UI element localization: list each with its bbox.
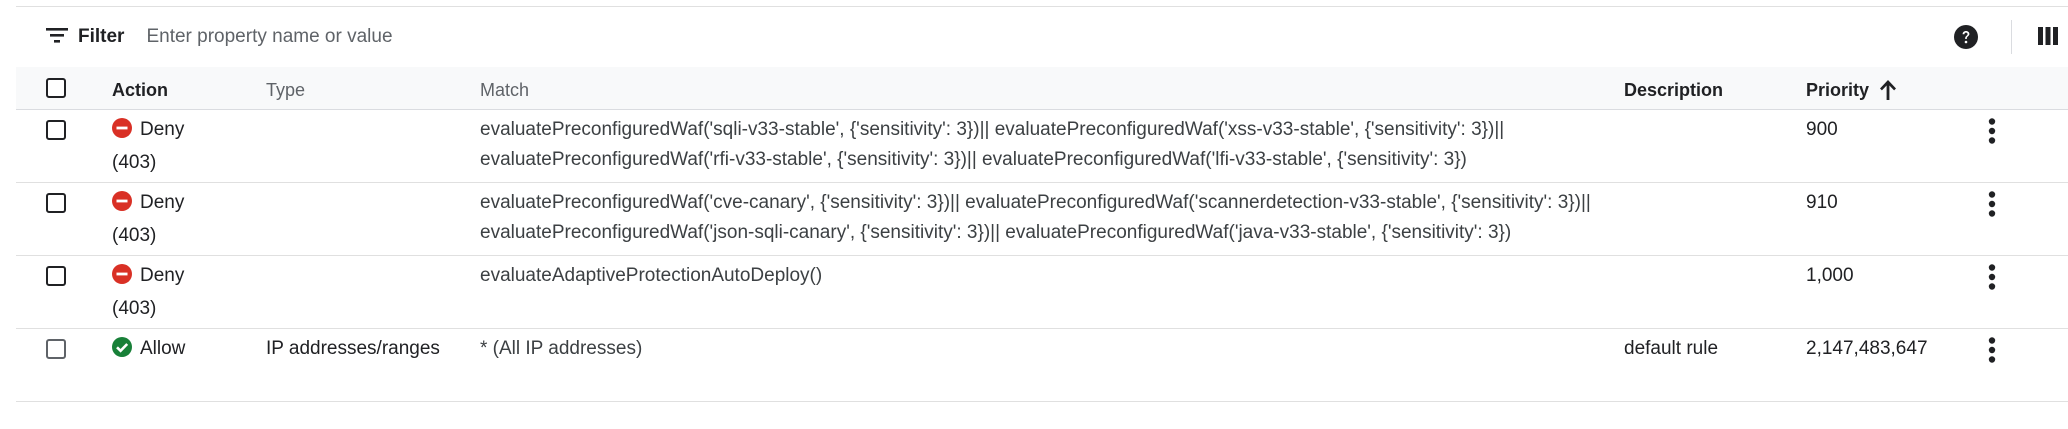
column-header-action[interactable]: Action xyxy=(112,75,168,105)
action-code: (403) xyxy=(112,298,157,319)
row-checkbox[interactable] xyxy=(46,120,66,140)
action-cell: Deny (403) xyxy=(112,115,222,178)
deny-icon xyxy=(112,191,132,221)
deny-icon xyxy=(112,264,132,294)
priority-cell: 900 xyxy=(1806,119,1838,140)
rules-table: Action Type Match Description Priority D… xyxy=(16,67,2068,402)
filter-label: Filter xyxy=(78,26,125,47)
description-cell: default rule xyxy=(1624,338,1719,359)
table-header-row: Action Type Match Description Priority xyxy=(16,67,2068,110)
action-label: Deny xyxy=(140,119,185,140)
column-header-match[interactable]: Match xyxy=(480,75,529,105)
filter-toolbar: Filter xyxy=(16,6,2068,68)
match-cell: evaluatePreconfiguredWaf('cve-canary', {… xyxy=(480,192,1591,243)
row-checkbox[interactable] xyxy=(46,193,66,213)
action-label: Deny xyxy=(140,192,185,213)
more-vert-icon[interactable] xyxy=(1988,118,1996,149)
column-header-description[interactable]: Description xyxy=(1624,75,1723,105)
filter-list-icon xyxy=(46,27,68,48)
select-all-checkbox[interactable] xyxy=(46,78,66,98)
action-code: (403) xyxy=(112,152,157,173)
table-row: Deny (403) evaluatePreconfiguredWaf('sql… xyxy=(16,110,2068,183)
column-header-type[interactable]: Type xyxy=(266,75,305,105)
column-display-icon[interactable] xyxy=(2038,26,2058,51)
type-cell: IP addresses/ranges xyxy=(266,338,440,359)
match-cell: * (All IP addresses) xyxy=(480,338,643,359)
action-label: Allow xyxy=(140,338,186,359)
action-cell: Deny (403) xyxy=(112,188,222,251)
column-header-priority[interactable]: Priority xyxy=(1806,75,1897,105)
action-code: (403) xyxy=(112,225,157,246)
row-checkbox[interactable] xyxy=(46,266,66,286)
action-cell: Allow xyxy=(112,334,222,367)
priority-cell: 910 xyxy=(1806,192,1838,213)
table-row: Deny (403) evaluateAdaptiveProtectionAut… xyxy=(16,256,2068,329)
more-vert-icon[interactable] xyxy=(1988,264,1996,295)
sort-ascending-icon[interactable] xyxy=(1879,79,1897,101)
row-checkbox[interactable] xyxy=(46,339,66,359)
match-cell: evaluatePreconfiguredWaf('sqli-v33-stabl… xyxy=(480,119,1505,170)
allow-icon xyxy=(112,337,132,367)
more-vert-icon[interactable] xyxy=(1988,337,1996,368)
table-row: Deny (403) evaluatePreconfiguredWaf('cve… xyxy=(16,183,2068,256)
help-icon[interactable] xyxy=(1954,25,1978,54)
deny-icon xyxy=(112,118,132,148)
match-cell: evaluateAdaptiveProtectionAutoDeploy() xyxy=(480,265,823,286)
priority-header-label: Priority xyxy=(1806,80,1870,100)
priority-cell: 1,000 xyxy=(1806,265,1854,286)
filter-button[interactable]: Filter xyxy=(46,26,124,48)
more-vert-icon[interactable] xyxy=(1988,191,1996,222)
toolbar-divider xyxy=(2011,20,2012,54)
table-row: Allow IP addresses/ranges * (All IP addr… xyxy=(16,329,2068,402)
filter-input[interactable] xyxy=(144,25,1649,49)
action-cell: Deny (403) xyxy=(112,261,222,324)
priority-cell: 2,147,483,647 xyxy=(1806,338,1928,359)
action-label: Deny xyxy=(140,265,185,286)
